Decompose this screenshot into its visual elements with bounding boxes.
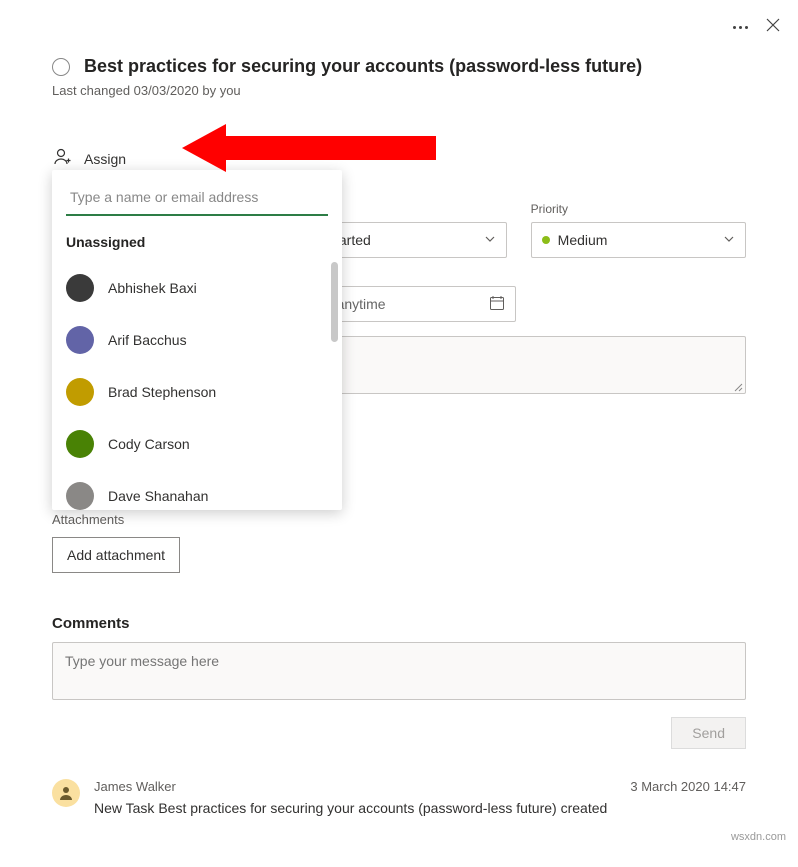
priority-dot-icon xyxy=(542,236,550,244)
task-title[interactable]: Best practices for securing your account… xyxy=(84,56,642,77)
person-option[interactable]: Brad Stephenson xyxy=(52,366,342,418)
more-options-button[interactable] xyxy=(733,26,748,29)
priority-label: Priority xyxy=(531,202,746,216)
comments-title: Comments xyxy=(52,615,746,632)
person-name: Arif Bacchus xyxy=(108,332,187,348)
unassigned-label: Unassigned xyxy=(52,226,342,262)
avatar xyxy=(66,274,94,302)
assign-search-input[interactable] xyxy=(66,180,328,216)
assign-button[interactable]: Assign xyxy=(84,151,126,167)
activity-author: James Walker xyxy=(94,779,176,794)
complete-task-radio[interactable] xyxy=(52,58,70,76)
person-name: Abhishek Baxi xyxy=(108,280,197,296)
attachments-label: Attachments xyxy=(52,512,746,527)
person-add-icon xyxy=(52,147,72,172)
assign-dropdown: Unassigned Abhishek Baxi Arif Bacchus Brad… xyxy=(52,170,342,510)
calendar-icon xyxy=(489,295,505,314)
activity-text: New Task Best practices for securing you… xyxy=(94,800,746,816)
avatar xyxy=(66,430,94,458)
person-name: Brad Stephenson xyxy=(108,384,216,400)
scrollbar[interactable] xyxy=(331,262,338,342)
priority-select[interactable]: Medium xyxy=(531,222,746,258)
person-option[interactable]: Dave Shanahan xyxy=(52,470,342,510)
person-option[interactable]: Abhishek Baxi xyxy=(52,262,342,314)
close-button[interactable] xyxy=(766,18,780,37)
person-name: Dave Shanahan xyxy=(108,488,208,504)
avatar xyxy=(52,779,80,807)
watermark: wsxdn.com xyxy=(731,831,786,843)
avatar xyxy=(66,378,94,406)
person-option[interactable]: Cody Carson xyxy=(52,418,342,470)
person-option[interactable]: Arif Bacchus xyxy=(52,314,342,366)
avatar xyxy=(66,482,94,510)
send-button[interactable]: Send xyxy=(671,717,746,749)
person-name: Cody Carson xyxy=(108,436,190,452)
comment-input[interactable] xyxy=(52,642,746,700)
chevron-down-icon xyxy=(723,232,735,248)
chevron-down-icon xyxy=(484,232,496,248)
activity-date: 3 March 2020 14:47 xyxy=(630,779,746,794)
resize-handle-icon[interactable] xyxy=(731,379,743,391)
priority-value: Medium xyxy=(558,232,608,248)
last-changed-label: Last changed 03/03/2020 by you xyxy=(52,83,746,98)
avatar xyxy=(66,326,94,354)
add-attachment-button[interactable]: Add attachment xyxy=(52,537,180,573)
